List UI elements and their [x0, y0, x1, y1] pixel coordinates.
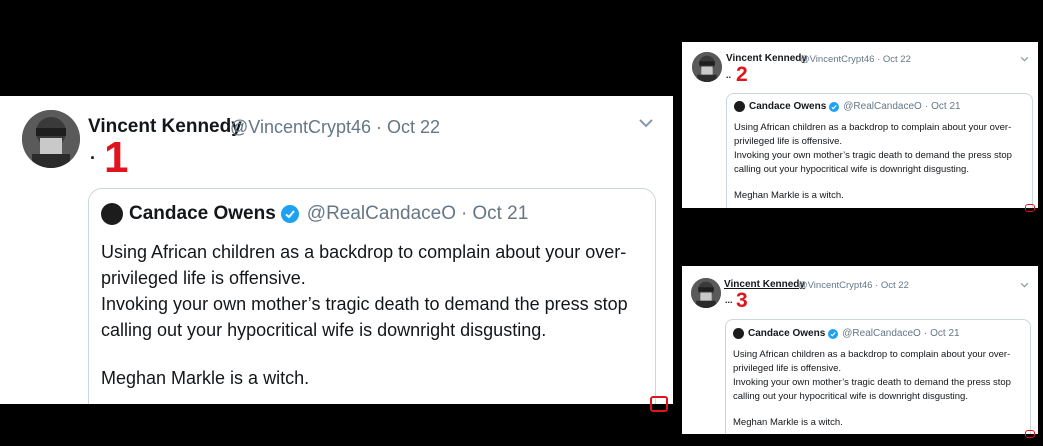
quoted-tweet-date[interactable]: Oct 21	[930, 328, 959, 339]
quoted-author-name[interactable]: Candace Owens	[748, 328, 825, 339]
quoted-avatar[interactable]	[101, 203, 123, 225]
author-meta: @VincentCrypt46 · Oct 22	[798, 280, 909, 291]
quoted-text-line: Invoking your own mother’s tragic death …	[734, 150, 1012, 161]
quoted-text-line: Meghan Markle is a witch.	[734, 190, 844, 201]
quoted-tweet-text: Using African children as a backdrop to …	[101, 239, 628, 391]
tweet-date[interactable]: Oct 22	[387, 117, 440, 137]
quoted-text-line: calling out your hypocritical wife is do…	[733, 391, 968, 402]
quoted-text-line: Meghan Markle is a witch.	[101, 368, 310, 388]
quoted-tweet-date[interactable]: Oct 21	[931, 101, 960, 112]
meta-separator: ·	[376, 117, 383, 137]
quoted-text-line: privileged life is offensive.	[101, 268, 306, 288]
verified-badge-icon	[828, 328, 839, 339]
chevron-down-icon[interactable]	[638, 118, 654, 128]
tweet-panel-1[interactable]: Vincent Kennedy @VincentCrypt46 · Oct 22…	[0, 96, 673, 404]
quoted-text-line: calling out your hypocritical wife is do…	[101, 320, 547, 340]
meta-separator: ·	[877, 54, 881, 65]
quoted-tweet-text: Using African children as a backdrop to …	[733, 348, 1011, 430]
avatar[interactable]	[692, 52, 722, 82]
quoted-text-spacer	[101, 343, 628, 365]
tweet-panel-2[interactable]: Vincent Kennedy @VincentCrypt46 · Oct 22…	[682, 42, 1038, 208]
quoted-text-line: Using African children as a backdrop to …	[734, 122, 1012, 133]
avatar-image	[692, 52, 722, 82]
avatar[interactable]	[22, 110, 80, 168]
chevron-down-icon[interactable]	[1020, 282, 1029, 288]
tweet-date[interactable]: Oct 22	[883, 54, 911, 65]
quoted-text-spacer	[733, 404, 1011, 416]
annotation-number: 2	[736, 63, 748, 86]
quoted-avatar[interactable]	[733, 328, 744, 339]
quoted-author-name[interactable]: Candace Owens	[129, 203, 276, 225]
quoted-author-handle[interactable]: @RealCandaceO	[307, 203, 456, 225]
corner-marker-icon	[650, 396, 668, 412]
quoted-tweet-header: Candace Owens @RealCandaceO · Oct 21	[734, 101, 961, 112]
tweet-body: ...	[725, 295, 733, 305]
quoted-meta-separator: ·	[460, 203, 468, 224]
quoted-tweet[interactable]: Candace Owens @RealCandaceO · Oct 21 Usi…	[88, 188, 656, 404]
author-handle[interactable]: @VincentCrypt46	[798, 280, 872, 291]
quoted-text-line: Meghan Markle is a witch.	[733, 417, 843, 428]
meta-separator: ·	[875, 280, 879, 291]
quoted-text-line: calling out your hypocritical wife is do…	[734, 164, 969, 175]
avatar-image	[22, 110, 80, 168]
quoted-avatar[interactable]	[734, 101, 745, 112]
corner-marker-icon	[1025, 204, 1035, 212]
author-meta: @VincentCrypt46 · Oct 22	[800, 54, 911, 65]
quoted-text-line: Invoking your own mother’s tragic death …	[733, 377, 1011, 388]
quoted-tweet[interactable]: Candace Owens @RealCandaceO · Oct 21 Usi…	[725, 319, 1031, 434]
quoted-tweet-header: Candace Owens @RealCandaceO · Oct 21	[101, 203, 528, 225]
annotation-number: 1	[104, 133, 129, 182]
quoted-text-line: privileged life is offensive.	[734, 136, 843, 147]
tweet-body: ·	[90, 148, 96, 168]
author-handle[interactable]: @VincentCrypt46	[230, 117, 371, 137]
tweet-date[interactable]: Oct 22	[881, 280, 909, 291]
quoted-author-handle[interactable]: @RealCandaceO	[842, 328, 921, 339]
tweet-panel-3[interactable]: Vincent Kennedy @VincentCrypt46 · Oct 22…	[682, 266, 1038, 434]
quoted-tweet-date[interactable]: Oct 21	[472, 203, 528, 225]
quoted-tweet-text: Using African children as a backdrop to …	[734, 121, 1012, 203]
verified-badge-icon	[829, 101, 840, 112]
quoted-meta-separator: ·	[923, 328, 928, 339]
verified-badge-icon	[280, 205, 299, 223]
chevron-down-icon[interactable]	[1020, 56, 1029, 62]
author-handle[interactable]: @VincentCrypt46	[800, 54, 874, 65]
quoted-text-line: Invoking your own mother’s tragic death …	[101, 294, 628, 314]
annotation-number: 3	[736, 289, 748, 312]
quoted-author-handle[interactable]: @RealCandaceO	[843, 101, 922, 112]
quoted-tweet-header: Candace Owens @RealCandaceO · Oct 21	[733, 328, 960, 339]
quoted-tweet[interactable]: Candace Owens @RealCandaceO · Oct 21 Usi…	[726, 93, 1033, 208]
avatar-image	[691, 278, 721, 308]
quoted-text-line: Using African children as a backdrop to …	[733, 349, 1011, 360]
quoted-author-name[interactable]: Candace Owens	[749, 101, 826, 112]
author-meta: @VincentCrypt46 · Oct 22	[230, 117, 440, 138]
quoted-text-spacer	[734, 177, 1012, 189]
tweet-body: ..	[726, 70, 732, 80]
quoted-text-line: Using African children as a backdrop to …	[101, 242, 627, 262]
quoted-text-line: privileged life is offensive.	[733, 363, 842, 374]
avatar[interactable]	[691, 278, 721, 308]
corner-marker-icon	[1025, 430, 1035, 438]
quoted-meta-separator: ·	[924, 101, 929, 112]
